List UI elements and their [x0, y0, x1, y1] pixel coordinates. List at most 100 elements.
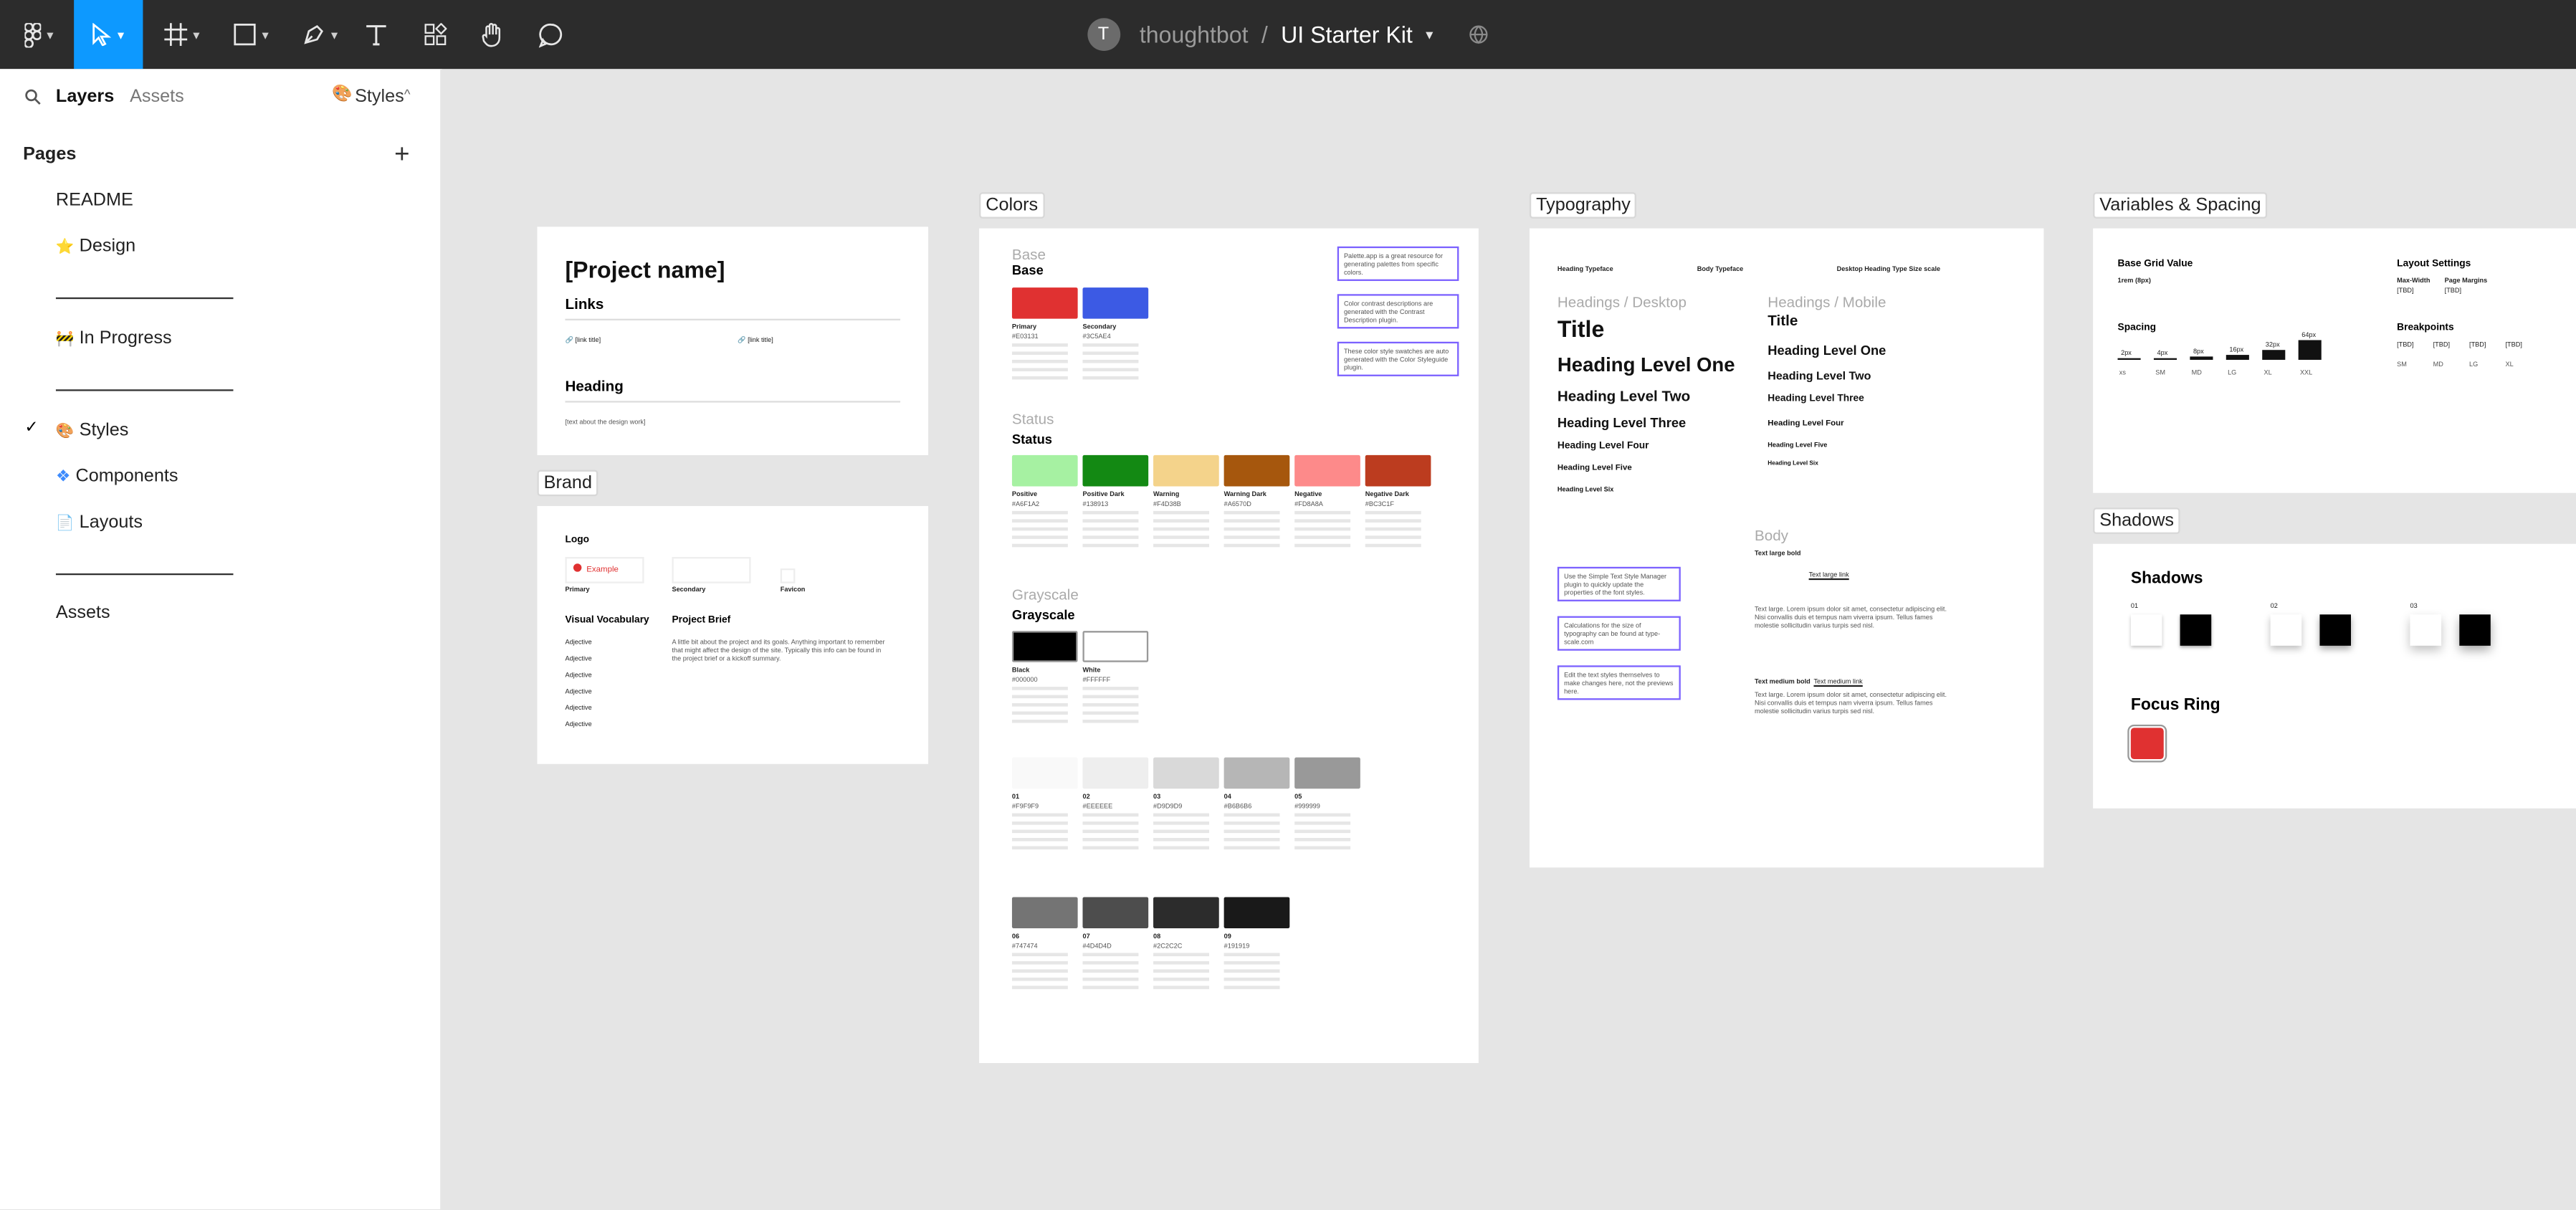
- frame-label-brand[interactable]: Brand: [537, 470, 599, 497]
- color-swatch[interactable]: [1011, 757, 1078, 789]
- components-icon: ❖: [55, 468, 71, 487]
- sidebar-tabs: Layers Assets 🎨 Styles ^: [0, 69, 440, 125]
- color-swatch[interactable]: [1294, 454, 1360, 487]
- color-swatch[interactable]: [1365, 454, 1431, 487]
- page-item-styles[interactable]: 🎨 Styles: [56, 421, 128, 441]
- adjective-item: Adjective: [565, 637, 592, 646]
- color-swatch[interactable]: [1082, 287, 1149, 319]
- page-item-assets[interactable]: Assets: [56, 603, 110, 623]
- divider: [565, 318, 901, 320]
- swatch-meta-line: [1082, 359, 1139, 363]
- grayscale-heading: Grayscale: [1011, 608, 1075, 623]
- frame-typography[interactable]: Heading Typeface Body Typeface Desktop H…: [1529, 228, 2044, 868]
- frame-readme[interactable]: [Project name] Links 🔗 [link title] 🔗 [l…: [537, 227, 929, 455]
- frame-colors[interactable]: Base Base Primary #E03131 Secondary #3C5AE4…: [979, 228, 1479, 1063]
- swatch-name: 03: [1153, 791, 1161, 801]
- links-heading: Links: [565, 295, 604, 313]
- note-text-style-manager: Use the Simple Text Style Manager plugin…: [1557, 566, 1681, 601]
- frame-variables-spacing[interactable]: Base Grid Value 1rem (8px) Layout Settin…: [2093, 228, 2576, 493]
- frame-label-typography[interactable]: Typography: [1529, 192, 1638, 219]
- project-title: [Project name]: [565, 256, 725, 283]
- color-swatch[interactable]: [1082, 897, 1149, 929]
- color-swatch[interactable]: [1223, 454, 1290, 487]
- color-swatch[interactable]: [1011, 631, 1078, 662]
- color-swatch[interactable]: [1223, 897, 1290, 929]
- logo-primary-label: Primary: [565, 584, 590, 594]
- color-swatch[interactable]: [1011, 454, 1078, 487]
- favicon-label: Favicon: [780, 584, 806, 594]
- swatch-meta-line: [1365, 535, 1421, 539]
- favicon-placeholder: [780, 568, 796, 583]
- frame-shadows[interactable]: Shadows 01 02 03 Focus Ring: [2093, 543, 2576, 809]
- color-swatch[interactable]: [1082, 631, 1149, 662]
- spacing-value: 8px: [2193, 347, 2204, 356]
- heading-title: Heading: [565, 378, 624, 395]
- globe-icon[interactable]: [1469, 24, 1489, 44]
- swatch-meta-line: [1082, 711, 1139, 715]
- design-canvas[interactable]: [Project name] Links 🔗 [link title] 🔗 [l…: [440, 69, 2576, 1209]
- color-swatch[interactable]: [1153, 897, 1219, 929]
- chevron-up-icon[interactable]: ^: [404, 87, 411, 102]
- swatch-hex: #B6B6B6: [1223, 801, 1252, 811]
- swatch-meta-line: [1153, 969, 1209, 973]
- color-swatch[interactable]: [1011, 897, 1078, 929]
- construction-icon: 🚧: [55, 330, 75, 347]
- swatch-meta-line: [1082, 969, 1139, 973]
- swatch-name: 05: [1294, 791, 1302, 801]
- search-icon[interactable]: [24, 89, 41, 105]
- swatch-hex: #A6F1A2: [1011, 499, 1040, 508]
- swatch-meta-line: [1294, 846, 1351, 850]
- frame-label-variables-spacing[interactable]: Variables & Spacing: [2093, 192, 2268, 219]
- page-item-in-progress[interactable]: 🚧 In Progress: [56, 328, 172, 348]
- divider: [565, 401, 901, 403]
- color-swatch[interactable]: [1082, 757, 1149, 789]
- logo-example: Example: [565, 557, 644, 583]
- desktop-heading-sample: Heading Level One: [1557, 353, 1735, 376]
- swatch-meta-line: [1153, 846, 1209, 850]
- swatch-meta-line: [1223, 813, 1280, 817]
- swatch-meta-line: [1011, 846, 1068, 850]
- spacing-name: SM: [2155, 368, 2165, 376]
- page-item-components[interactable]: ❖ Components: [56, 467, 178, 487]
- note-contrast: Color contrast descriptions are generate…: [1337, 294, 1459, 329]
- checkmark-icon: ✓: [24, 419, 39, 437]
- color-swatch[interactable]: [1153, 757, 1219, 789]
- mobile-heading-sample: Heading Level Four: [1768, 419, 1844, 429]
- color-swatch[interactable]: [1011, 287, 1078, 319]
- current-page-label[interactable]: Styles: [355, 87, 404, 107]
- page-label: README: [55, 190, 133, 211]
- swatch-name: 06: [1011, 931, 1020, 940]
- page-item-design[interactable]: ⭐ Design: [56, 237, 135, 257]
- frame-label-colors[interactable]: Colors: [979, 192, 1045, 219]
- swatch-meta-line: [1011, 543, 1068, 548]
- shadow-level-label: 02: [2270, 601, 2278, 610]
- swatch-meta-line: [1011, 519, 1068, 523]
- page-item-layouts[interactable]: 📄 Layouts: [56, 513, 143, 533]
- color-swatch[interactable]: [1153, 454, 1219, 487]
- page-item-readme[interactable]: README: [56, 191, 133, 211]
- tab-layers[interactable]: Layers: [56, 87, 114, 107]
- shadow-sample-light: [2130, 614, 2162, 646]
- avatar[interactable]: T: [1087, 18, 1120, 52]
- file-menu-chevron-icon[interactable]: ▾: [1426, 26, 1433, 44]
- tab-assets[interactable]: Assets: [130, 87, 184, 107]
- project-brief-heading: Project Brief: [672, 616, 731, 627]
- swatch-hex: #F9F9F9: [1011, 801, 1039, 811]
- color-swatch[interactable]: [1082, 454, 1149, 487]
- text-large-link: Text large link: [1808, 570, 1849, 578]
- frame-label-shadows[interactable]: Shadows: [2093, 508, 2181, 534]
- file-name[interactable]: UI Starter Kit: [1281, 22, 1413, 48]
- swatch-meta-line: [1082, 846, 1139, 850]
- layout-settings-heading: Layout Settings: [2397, 259, 2471, 270]
- swatch-meta-line: [1294, 535, 1351, 539]
- swatch-meta-line: [1153, 535, 1209, 539]
- add-page-plus-icon[interactable]: +: [394, 141, 409, 171]
- focus-ring-fill: [2130, 728, 2164, 759]
- color-swatch[interactable]: [1223, 757, 1290, 789]
- spacing-bar: [2226, 354, 2249, 360]
- project-owner[interactable]: thoughtbot: [1140, 22, 1249, 48]
- swatch-meta-line: [1223, 846, 1280, 850]
- swatch-meta-line: [1223, 527, 1280, 531]
- frame-brand[interactable]: Logo Example Primary Secondary Favicon V…: [537, 505, 929, 764]
- color-swatch[interactable]: [1294, 757, 1360, 789]
